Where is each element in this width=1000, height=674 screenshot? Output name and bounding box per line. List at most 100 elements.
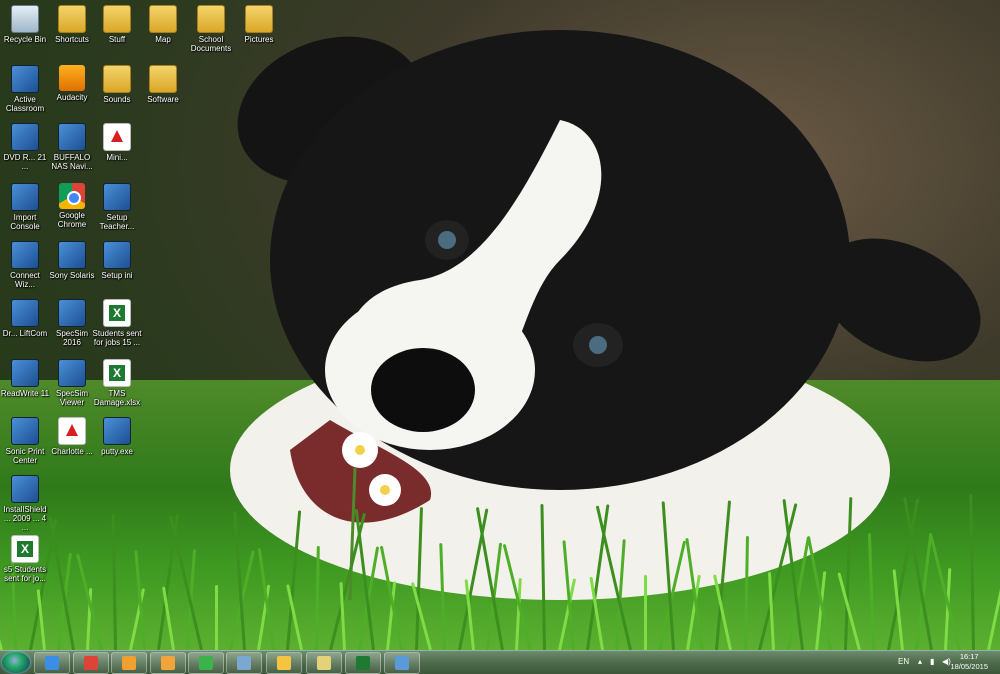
taskbar-button[interactable] <box>384 652 420 674</box>
excel-icon <box>103 299 131 327</box>
desktop-icon[interactable]: SpecSim 2016 <box>47 296 97 354</box>
folder-icon <box>149 5 177 33</box>
media-player-icon <box>122 656 136 670</box>
desktop-icon-label: InstallShield ... 2009 ... 4 ... <box>3 505 47 532</box>
desktop-icon[interactable]: Google Chrome <box>47 180 97 238</box>
globe-app-icon <box>277 656 291 670</box>
app-icon <box>58 241 86 269</box>
folder-icon <box>103 65 131 93</box>
desktop-icon[interactable]: SpecSim Viewer <box>47 356 97 414</box>
desktop-icon[interactable]: Import Console <box>0 180 50 238</box>
desktop-icon[interactable]: Recycle Bin <box>0 2 50 60</box>
desktop-icon[interactable]: Software <box>138 62 188 120</box>
files-app-icon <box>317 656 331 670</box>
desktop-icon[interactable]: Sony Solaris <box>47 238 97 296</box>
app-icon <box>11 241 39 269</box>
desktop-icon[interactable]: Stuff <box>92 2 142 60</box>
desktop-icon-label: Sony Solaris <box>49 271 95 280</box>
folder-icon <box>149 65 177 93</box>
desktop-icon-label: Import Console <box>10 213 40 231</box>
desktop-icon-label: ReadWrite 11 <box>0 389 50 398</box>
desktop-icon[interactable]: Active Classroom <box>0 62 50 120</box>
desktop-icon[interactable]: Mini... <box>92 120 142 178</box>
desktop-icon[interactable]: Map <box>138 2 188 60</box>
desktop-icon-area: Recycle Bin Active Classroom DVD R... 21 .… <box>0 0 1000 650</box>
language-indicator[interactable]: EN <box>898 657 909 666</box>
desktop-icon-label: Setup Teacher... <box>99 213 135 231</box>
app-icon <box>58 299 86 327</box>
clock-time: 16:17 <box>959 652 979 661</box>
show-hidden-icons-icon[interactable]: ▴ <box>918 657 922 666</box>
desktop-icon-label: Mini... <box>106 153 128 162</box>
desktop-icon-label: School Documents <box>190 35 232 53</box>
app-icon <box>103 417 131 445</box>
app-icon <box>11 65 39 93</box>
desktop-icon-label: Recycle Bin <box>3 35 47 44</box>
desktop-icon-label: Google Chrome <box>57 211 87 229</box>
taskbar-button[interactable] <box>188 652 224 674</box>
desktop-icon[interactable]: Shortcuts <box>47 2 97 60</box>
chrome-icon <box>84 656 98 670</box>
start-button[interactable] <box>2 652 30 673</box>
taskbar-button[interactable] <box>345 652 381 674</box>
desktop-icon[interactable]: Students sent for jobs 15 ... <box>92 296 142 354</box>
desktop-icon[interactable]: School Documents <box>186 2 236 60</box>
desktop-icon[interactable]: Setup Teacher... <box>92 180 142 238</box>
desktop-icon-label: Active Classroom <box>5 95 45 113</box>
desktop-icon[interactable]: Connect Wiz... <box>0 238 50 296</box>
taskbar-button[interactable] <box>111 652 147 674</box>
desktop-icon[interactable]: InstallShield ... 2009 ... 4 ... <box>0 472 50 532</box>
desktop-icon-label: Dr... LiftCom <box>2 329 48 338</box>
desktop-icon[interactable]: Pictures <box>234 2 284 60</box>
app-icon <box>103 241 131 269</box>
remote-desktop-icon <box>395 656 409 670</box>
app-icon <box>11 417 39 445</box>
desktop-icon-label: Audacity <box>56 93 88 102</box>
app-icon <box>103 183 131 211</box>
green-app-icon <box>199 656 213 670</box>
internet-explorer-icon <box>45 656 59 670</box>
clock[interactable]: 16:17 18/05/2015 <box>950 652 988 672</box>
audacity-icon <box>59 65 85 91</box>
desktop-icon[interactable]: ReadWrite 11 <box>0 356 50 414</box>
desktop-icon[interactable]: Setup ini <box>92 238 142 296</box>
desktop-icon[interactable]: TMS Damage.xlsx <box>92 356 142 414</box>
taskbar: EN ▴ ▮ ◀) 16:17 18/05/2015 <box>0 650 1000 674</box>
taskbar-button[interactable] <box>266 652 302 674</box>
desktop-icon[interactable]: Sounds <box>92 62 142 120</box>
desktop-icon-label: Setup ini <box>101 271 133 280</box>
scanner-app-icon <box>237 656 251 670</box>
desktop-icon-label: putty.exe <box>101 447 133 456</box>
app-icon <box>11 475 39 503</box>
clock-date: 18/05/2015 <box>950 662 988 671</box>
desktop-icon[interactable]: Charlotte ... <box>47 414 97 472</box>
chrome-icon <box>59 183 85 209</box>
desktop-icon-label: Connect Wiz... <box>10 271 40 289</box>
desktop-icon-label: Shortcuts <box>55 35 89 44</box>
desktop-icon-label: s5 Students sent for jo... <box>3 565 47 583</box>
desktop-icon-label: TMS Damage.xlsx <box>93 389 141 407</box>
pdf-icon <box>58 417 86 445</box>
desktop-icon[interactable]: Dr... LiftCom <box>0 296 50 354</box>
network-icon[interactable]: ▮ <box>930 657 934 666</box>
recycle-bin-icon <box>11 5 39 33</box>
desktop-icon[interactable]: Audacity <box>47 62 97 120</box>
taskbar-button[interactable] <box>73 652 109 674</box>
desktop-icon[interactable]: DVD R... 21 ... <box>0 120 50 178</box>
desktop-icon[interactable]: Sonic Print Center <box>0 414 50 472</box>
desktop-icon-label: SpecSim Viewer <box>55 389 88 407</box>
folder-icon <box>197 5 225 33</box>
desktop-icon[interactable]: s5 Students sent for jo... <box>0 532 50 590</box>
taskbar-button[interactable] <box>306 652 342 674</box>
taskbar-button[interactable] <box>226 652 262 674</box>
taskbar-button[interactable] <box>150 652 186 674</box>
desktop-icon-label: SpecSim 2016 <box>55 329 88 347</box>
app-icon <box>11 183 39 211</box>
folder-icon <box>103 5 131 33</box>
excel-icon <box>11 535 39 563</box>
app-icon <box>11 359 39 387</box>
desktop-icon[interactable]: BUFFALO NAS Navi... <box>47 120 97 178</box>
desktop-icon[interactable]: putty.exe <box>92 414 142 472</box>
taskbar-button[interactable] <box>34 652 70 674</box>
folder-icon <box>245 5 273 33</box>
